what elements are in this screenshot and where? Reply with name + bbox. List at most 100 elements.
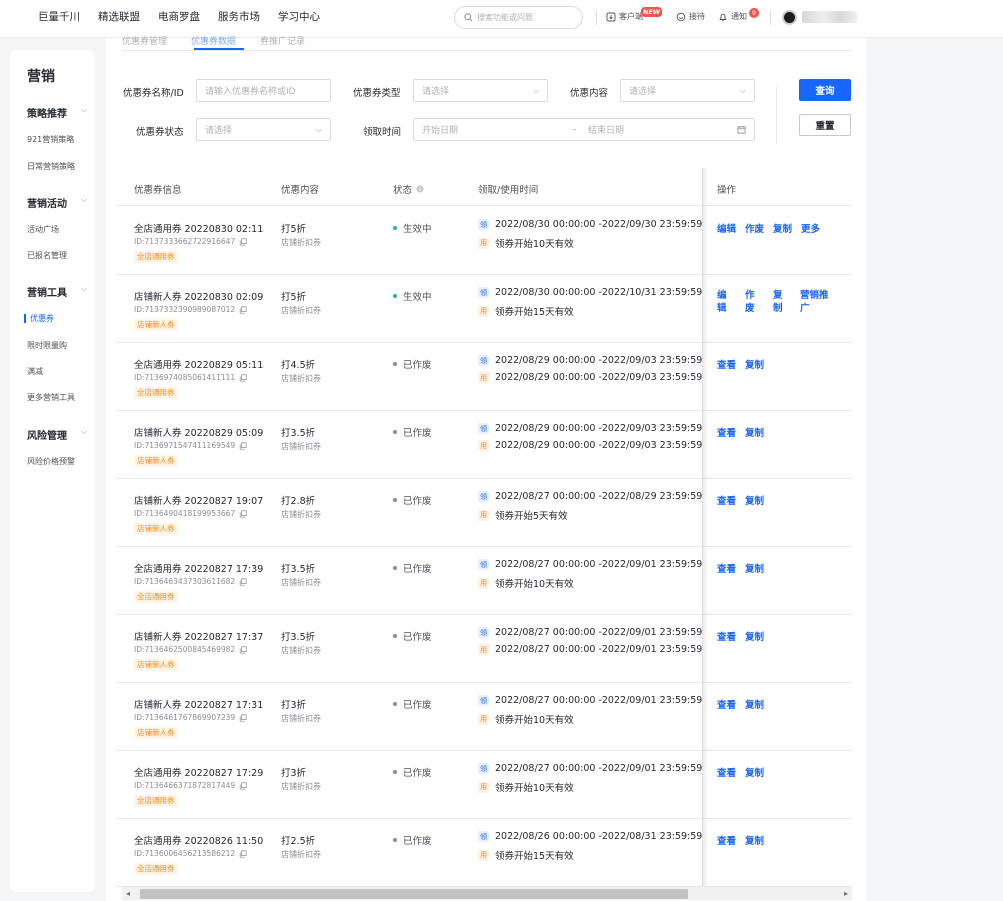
copy-icon[interactable] [239,237,247,246]
sidebar-item-921-strategy[interactable]: 921营销策略 [27,134,74,145]
op-1-link[interactable]: 复制 [745,425,764,439]
coupon-type-select[interactable]: 请选择 ⌵ [413,79,548,102]
sidebar-item-coupon[interactable]: 优惠券 [30,313,54,324]
main-panel: 优惠券管理 优惠券数据 券推广记录 优惠券名称/ID 请输入优惠券名称或ID 优… [106,37,866,901]
copy-icon[interactable] [239,305,247,314]
tab-bar: 优惠券管理 优惠券数据 券推广记录 [122,34,305,48]
op-0-link[interactable]: 查看 [717,493,736,507]
sidebar-item-daily-strategy[interactable]: 日常营销策略 [27,161,75,172]
op-1-link[interactable]: 作废 [745,289,762,315]
op-0-link[interactable]: 查看 [717,561,736,575]
op-1-link[interactable]: 复制 [745,629,764,643]
copy-icon[interactable] [239,781,247,790]
new-badge: NEW [641,7,663,17]
copy-icon[interactable] [239,645,247,654]
calendar-icon [737,125,746,134]
op-1-link[interactable]: 复制 [745,561,764,575]
op-1-link[interactable]: 作废 [745,221,764,235]
op-0-link[interactable]: 查看 [717,697,736,711]
coupon-id: ID:7136463437303611682 [134,577,247,586]
scrollbar-thumb[interactable] [140,889,688,899]
account-name-redacted[interactable] [802,11,857,23]
claim-time: 领 2022/08/30 00:00:00 -2022/09/30 23:59:5… [478,219,703,230]
reset-button[interactable]: 重置 [799,114,851,136]
op-2-link[interactable]: 复制 [773,289,790,315]
horizontal-scrollbar[interactable]: ◂ ▸ [122,886,852,900]
discount-type: 店铺折扣券 [281,238,321,247]
op-1-link[interactable]: 复制 [745,357,764,371]
claim-tag: 领 [478,831,489,842]
info-icon[interactable] [416,185,424,193]
copy-icon[interactable] [239,849,247,858]
search-input[interactable]: 搜索功能或问题 [454,6,583,29]
coupon-status-label: 优惠券状态 [136,127,184,138]
scroll-left-icon[interactable]: ◂ [126,887,130,901]
coupon-type-tag: 店铺新人券 [134,523,178,535]
sidebar-item-activity-square[interactable]: 活动广场 [27,224,59,235]
coupon-type-tag: 店铺新人券 [134,659,178,671]
table-header: 优惠券信息 优惠内容 状态 领取/使用时间 操作 [116,168,852,206]
status-dot [393,566,397,570]
table-row: 全店通用券 20220827 17:39 ID:71364634373036116… [116,547,852,615]
nav-item-learning[interactable]: 学习中心 [278,9,320,24]
op-0-link[interactable]: 查看 [717,357,736,371]
nav-item-alliance[interactable]: 精选联盟 [98,9,140,24]
nav-item-qianchuan[interactable]: 巨量千川 [38,9,80,24]
copy-icon[interactable] [239,713,247,722]
table-row: 店铺新人券 20220827 19:07 ID:71364904181999536… [116,479,852,547]
sidebar-group-strategy[interactable]: 策略推荐 ⌵ [27,105,87,120]
tab-coupon-data[interactable]: 优惠券数据 [191,34,236,48]
copy-icon[interactable] [239,509,247,518]
sidebar-item-price-warning[interactable]: 风险价格预警 [27,456,75,467]
op-1-link[interactable]: 复制 [745,493,764,507]
sidebar-group-activities[interactable]: 营销活动 ⌵ [27,195,87,210]
tab-coupon-manage[interactable]: 优惠券管理 [122,34,167,48]
claim-tag: 领 [478,219,489,230]
nav-item-compass[interactable]: 电商罗盘 [158,9,200,24]
copy-icon[interactable] [239,441,247,450]
sidebar-item-registered[interactable]: 已报名管理 [27,250,67,261]
op-0-link[interactable]: 编辑 [717,221,736,235]
tab-promo-records[interactable]: 券推广记录 [260,34,305,48]
use-time: 用领券开始5天有效 [478,509,568,522]
nav-item-service-market[interactable]: 服务市场 [218,9,260,24]
claim-time: 领 2022/08/26 00:00:00 -2022/08/31 23:59:5… [478,831,703,842]
notification-count-badge: 9 [749,8,759,18]
op-0-link[interactable]: 查看 [717,425,736,439]
chevron-down-icon: ⌵ [80,195,87,204]
scroll-right-icon[interactable]: ▸ [844,887,848,901]
reception-button[interactable]: 接待 [676,11,705,22]
table-row: 店铺新人券 20220830 02:09 ID:71373323909890870… [116,275,852,343]
op-3-link[interactable]: 更多 [801,221,820,235]
op-0-link[interactable]: 查看 [717,629,736,643]
start-date-placeholder[interactable]: 开始日期 [422,123,572,136]
sidebar-group-tools[interactable]: 营销工具 ⌵ [27,284,87,299]
customer-client-button[interactable]: 客户端 [606,11,643,22]
coupon-status-select[interactable]: 请选择 ⌵ [196,118,331,141]
op-2-link[interactable]: 复制 [773,221,792,235]
sidebar-item-full-reduction[interactable]: 满减 [27,366,43,377]
op-1-link[interactable]: 复制 [745,833,764,847]
sidebar-item-more-tools[interactable]: 更多营销工具 [27,392,75,403]
coupon-content-select[interactable]: 请选择 ⌵ [620,79,755,102]
sidebar-group-risk[interactable]: 风险管理 ⌵ [27,427,87,442]
coupon-type-tag: 全店通用券 [134,863,178,875]
claim-time-range[interactable]: 开始日期 – 结束日期 [413,118,755,141]
avatar[interactable] [782,10,797,25]
discount-type: 店铺折扣券 [281,374,321,383]
copy-icon[interactable] [239,577,247,586]
end-date-placeholder[interactable]: 结束日期 [588,123,737,136]
copy-icon[interactable] [239,373,247,382]
status-badge: 已作废 [393,357,432,371]
notification-button[interactable]: 通知 [718,11,747,22]
op-0-link[interactable]: 查看 [717,765,736,779]
op-3-link[interactable]: 营销推广 [800,289,830,315]
op-1-link[interactable]: 复制 [745,697,764,711]
op-0-link[interactable]: 编辑 [717,289,734,315]
op-0-link[interactable]: 查看 [717,833,736,847]
op-1-link[interactable]: 复制 [745,765,764,779]
row-actions: 查看 复制 [717,697,764,711]
coupon-name-input[interactable]: 请输入优惠券名称或ID [196,79,331,102]
sidebar-item-flash-sale[interactable]: 限时限量购 [27,340,67,351]
query-button[interactable]: 查询 [799,79,851,101]
